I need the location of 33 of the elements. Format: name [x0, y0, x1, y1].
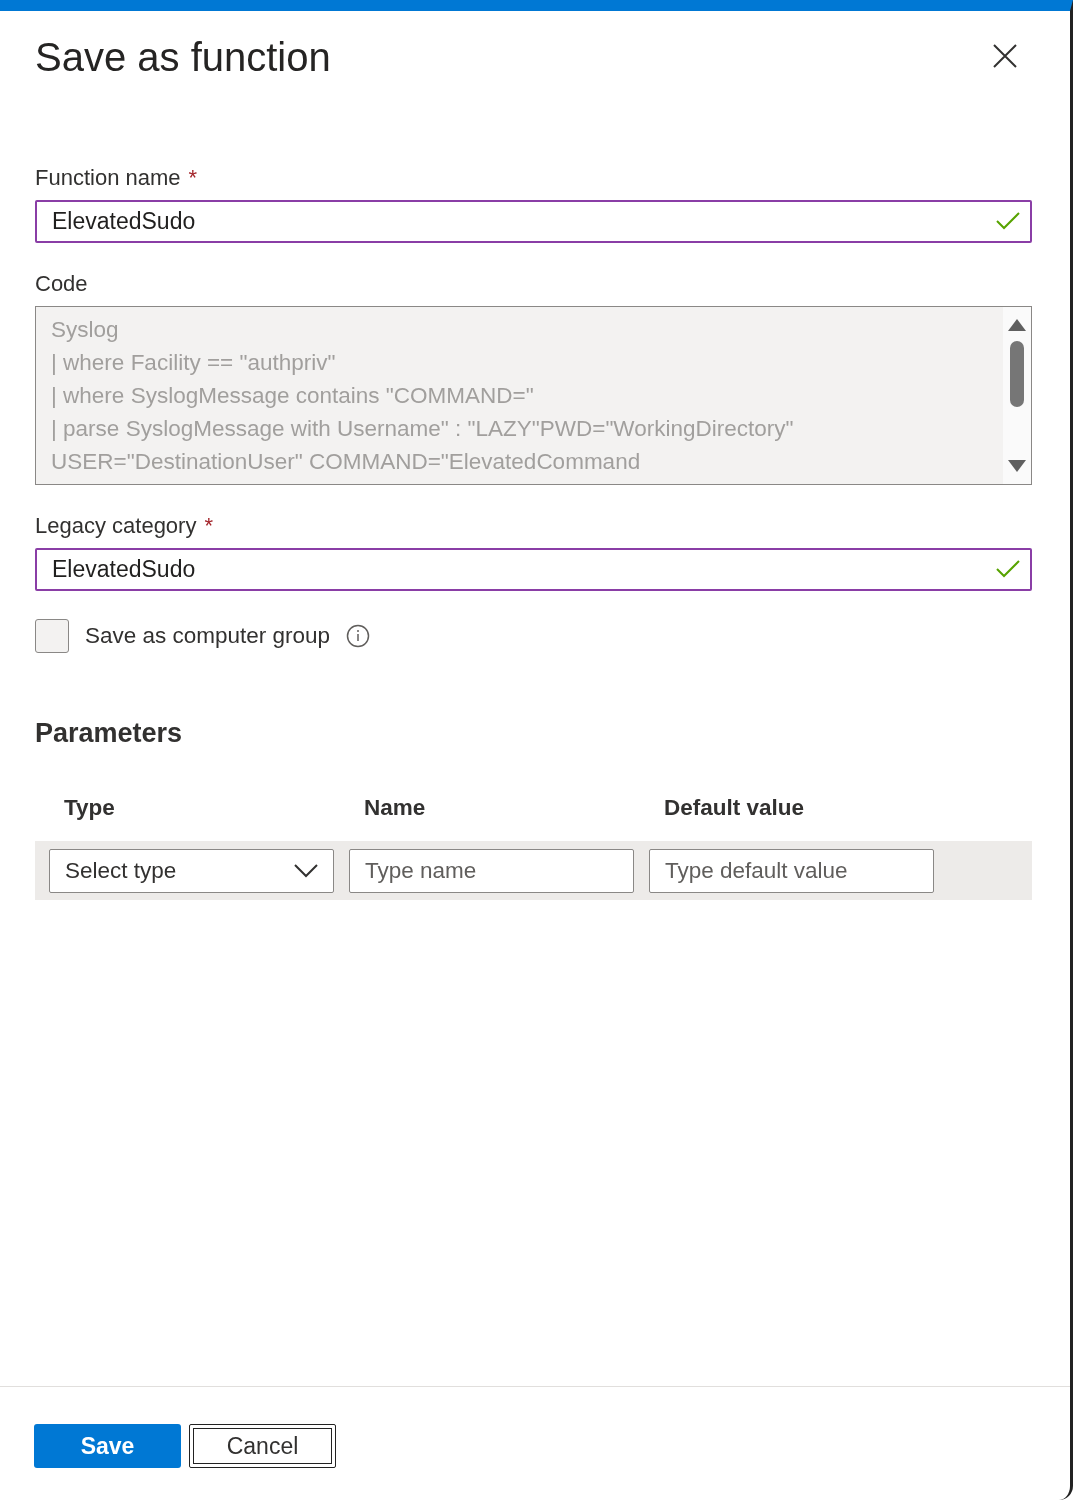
code-line: Syslog	[51, 316, 120, 344]
field-label: Function name	[35, 165, 181, 190]
column-header: Type	[63, 794, 116, 823]
scroll-thumb[interactable]	[1010, 341, 1024, 407]
text-field[interactable]: Type name	[349, 848, 634, 893]
section-heading: Parameters	[35, 717, 184, 750]
column-header: Default value	[663, 794, 806, 823]
chevron-down-icon	[294, 863, 318, 878]
field-label: Legacy category	[35, 513, 197, 538]
info-icon[interactable]	[346, 624, 371, 648]
code-line: | where Facility == "authpriv"	[51, 349, 337, 377]
cancel-button[interactable]: Cancel	[189, 1424, 336, 1468]
scroll-up-icon[interactable]	[1008, 319, 1026, 331]
text-field[interactable]: ElevatedSudo	[35, 548, 1032, 591]
check-icon	[996, 212, 1020, 230]
column-header: Name	[363, 794, 427, 823]
dialog-title: Save as function	[35, 34, 331, 81]
text-field[interactable]: Type default value	[649, 848, 934, 893]
scrollbar[interactable]	[1003, 307, 1031, 484]
checkbox[interactable]	[35, 619, 69, 653]
checkbox-label: Save as computer group	[85, 622, 331, 651]
check-icon	[996, 560, 1020, 578]
close-button[interactable]	[992, 43, 1018, 69]
save-button[interactable]: Save	[34, 1424, 181, 1468]
type-dropdown[interactable]: Select type	[49, 848, 334, 893]
required-asterisk: *	[188, 165, 198, 190]
code-line: | where SyslogMessage contains "COMMAND="	[51, 382, 535, 410]
code-line: | parse SyslogMessage with Username" : "LAZY"PWD="WorkingDirectory"	[51, 415, 795, 443]
text-field[interactable]: ElevatedSudo	[35, 200, 1032, 243]
code-line: USER="DestinationUser" COMMAND="ElevatedCommand	[51, 448, 642, 476]
scroll-down-icon[interactable]	[1008, 460, 1026, 472]
required-asterisk: *	[204, 513, 213, 538]
field-label: Code	[35, 271, 88, 296]
